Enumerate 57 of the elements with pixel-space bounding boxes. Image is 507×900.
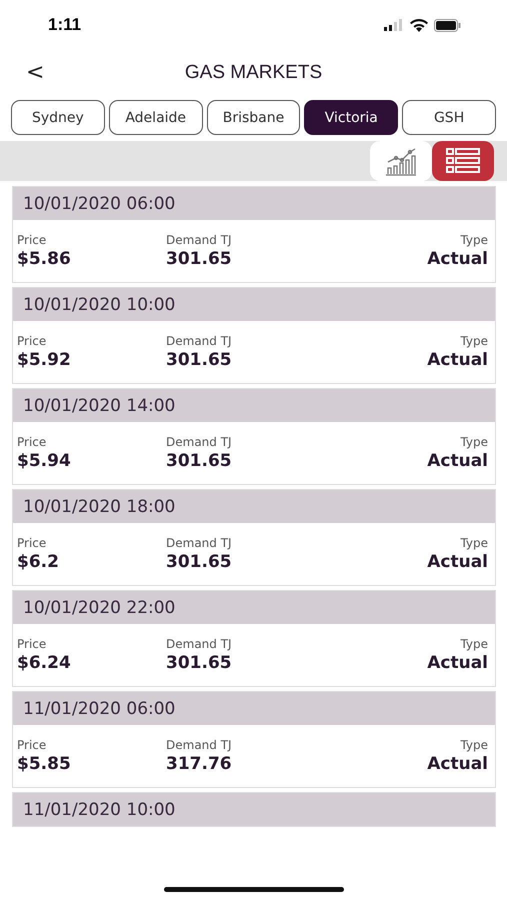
type-value: Actual	[427, 653, 488, 673]
demand-label: Demand TJ	[166, 233, 233, 247]
type-label: Type	[459, 435, 488, 449]
type-value: Actual	[427, 350, 488, 370]
type-label: Type	[459, 536, 488, 550]
list-icon	[446, 147, 480, 175]
battery-icon	[434, 18, 461, 32]
record-datetime: 10/01/2020 14:00	[13, 389, 495, 422]
price-value: $6.2	[17, 552, 60, 572]
city-tab[interactable]: Brisbane	[206, 100, 300, 135]
demand-label: Demand TJ	[166, 435, 233, 449]
demand-value: 301.65	[166, 552, 233, 572]
demand-label: Demand TJ	[166, 738, 233, 752]
record-datetime: 10/01/2020 10:00	[13, 288, 495, 321]
record-datetime: 10/01/2020 18:00	[13, 490, 495, 523]
demand-value: 301.65	[166, 350, 233, 370]
list-view-button[interactable]	[432, 141, 494, 181]
price-label: Price	[17, 334, 48, 348]
demand-label: Demand TJ	[166, 637, 233, 651]
city-tab[interactable]: Adelaide	[108, 100, 203, 135]
type-label: Type	[459, 637, 488, 651]
city-tab[interactable]: Sydney	[11, 100, 105, 135]
record-datetime: 11/01/2020 06:00	[13, 692, 495, 725]
record-datetime: 10/01/2020 22:00	[13, 591, 495, 624]
city-tab[interactable]: Victoria	[304, 100, 398, 135]
type-value: Actual	[427, 552, 488, 572]
status-time: 1:11	[48, 15, 82, 35]
demand-label: Demand TJ	[166, 334, 233, 348]
chart-icon	[384, 146, 418, 176]
price-label: Price	[17, 738, 48, 752]
wifi-icon	[410, 18, 428, 32]
demand-value: 301.65	[166, 653, 233, 673]
price-value: $5.92	[17, 350, 72, 370]
price-label: Price	[17, 536, 48, 550]
type-label: Type	[459, 334, 488, 348]
price-value: $5.85	[17, 754, 72, 774]
price-label: Price	[17, 435, 48, 449]
demand-label: Demand TJ	[166, 536, 233, 550]
type-label: Type	[459, 233, 488, 247]
signal-icon	[384, 19, 404, 31]
city-tab[interactable]: GSH	[402, 100, 496, 135]
price-label: Price	[17, 637, 48, 651]
type-value: Actual	[427, 451, 488, 471]
demand-value: 301.65	[166, 451, 233, 471]
price-value: $5.94	[17, 451, 72, 471]
page-title: GAS MARKETS	[184, 62, 322, 84]
demand-value: 301.65	[166, 249, 233, 269]
back-button[interactable]: <	[20, 58, 50, 87]
price-label: Price	[17, 233, 48, 247]
price-value: $6.24	[17, 653, 72, 673]
record-datetime: 10/01/2020 06:00	[13, 187, 495, 220]
record-datetime: 11/01/2020 10:00	[13, 793, 495, 826]
type-value: Actual	[427, 249, 488, 269]
price-value: $5.86	[17, 249, 72, 269]
demand-value: 317.76	[166, 754, 233, 774]
type-value: Actual	[427, 754, 488, 774]
type-label: Type	[459, 738, 488, 752]
